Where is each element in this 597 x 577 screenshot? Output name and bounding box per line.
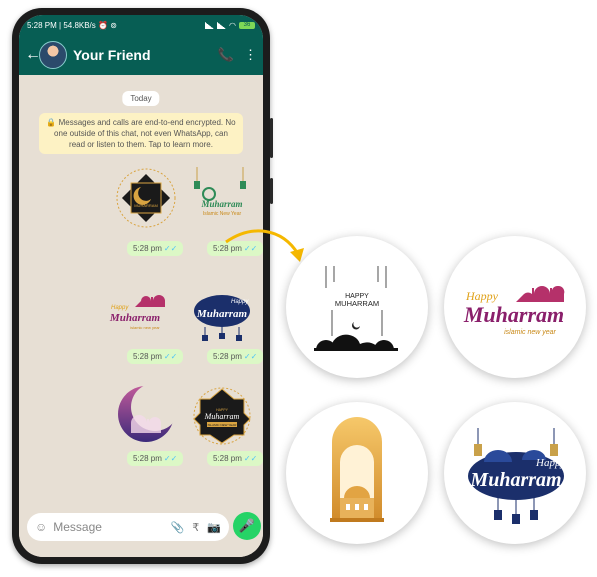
sticker-muharram-lantern[interactable]: MUHARRAM bbox=[111, 167, 181, 229]
back-arrow-icon[interactable]: ← bbox=[25, 46, 41, 64]
sticker-preview-4: Happy Muharram bbox=[444, 402, 586, 544]
message-time: 5:28 pm ✓✓ bbox=[127, 349, 184, 364]
message-input[interactable]: Message bbox=[53, 520, 162, 534]
date-chip: Today bbox=[122, 91, 160, 106]
circle-2-line1: Happy bbox=[465, 289, 499, 303]
sticker-happy-muharram: Happy Muharram islamic new year bbox=[463, 285, 565, 336]
message-time: 5:28 pm ✓✓ bbox=[127, 451, 184, 466]
circle-2-line3: islamic new year bbox=[504, 329, 556, 336]
contact-avatar[interactable] bbox=[39, 41, 67, 69]
message-input-bar[interactable]: ☺ Message 📎 ₹ 📷 bbox=[27, 513, 229, 541]
volume-button bbox=[270, 118, 273, 158]
sticker-2-title: Muharram bbox=[200, 199, 242, 209]
message-time: 5:28 pm ✓✓ bbox=[207, 451, 263, 466]
sticker-muharram-badge[interactable]: HAPPY Muharram ISLAMIC NEW YEAR bbox=[187, 385, 257, 447]
sticker-3-title: Muharram bbox=[109, 312, 161, 324]
sticker-muharram-blue[interactable]: Happy Muharram bbox=[187, 281, 257, 343]
sticker-6-subtitle: ISLAMIC NEW YEAR bbox=[208, 423, 238, 427]
sticker-mosque-silhouette: HAPPY MUHARRAM bbox=[314, 266, 398, 351]
wifi-icon: ◠ bbox=[229, 20, 236, 30]
encryption-notice[interactable]: 🔒 Messages and calls are end-to-end encr… bbox=[39, 113, 243, 154]
payment-icon[interactable]: ₹ bbox=[192, 521, 199, 534]
chat-area: Today 🔒 Messages and calls are end-to-en… bbox=[19, 75, 263, 557]
sticker-muharram-night: Happy Muharram bbox=[468, 428, 565, 524]
sticker-6-title: Muharram bbox=[204, 412, 240, 421]
message-time: 5:28 pm ✓✓ bbox=[127, 241, 184, 256]
sticker-golden-mosque-arch bbox=[330, 417, 384, 522]
circle-1-line2: MUHARRAM bbox=[335, 299, 379, 308]
emoji-icon[interactable]: ☺ bbox=[35, 520, 47, 534]
more-options-icon[interactable]: ⋮ bbox=[244, 47, 257, 63]
signal-icon bbox=[205, 21, 215, 29]
sticker-1-text-1: MUHARRAM bbox=[134, 203, 158, 208]
mic-button[interactable]: 🎤 bbox=[233, 512, 261, 540]
sticker-preview-2: Happy Muharram islamic new year bbox=[444, 236, 586, 378]
message-time: 5:28 pm ✓✓ bbox=[207, 349, 263, 364]
sticker-preview-1: HAPPY MUHARRAM bbox=[286, 236, 428, 378]
power-button bbox=[270, 178, 273, 204]
mic-icon: 🎤 bbox=[238, 518, 256, 533]
circle-4-line1: Happy bbox=[535, 457, 565, 469]
phone-frame: 5:28 PM | 54.8KB/s ⏰ ⊚ ◠ 36 ← Your Frien… bbox=[12, 8, 273, 564]
sticker-3-happy: Happy bbox=[111, 305, 129, 311]
camera-icon[interactable]: 📷 bbox=[207, 521, 221, 534]
attach-icon[interactable]: 📎 bbox=[171, 521, 185, 534]
sticker-3-subtitle: islamic new year bbox=[130, 325, 160, 330]
sticker-4-title: Muharram bbox=[196, 308, 248, 320]
sticker-muharram-lanterns[interactable]: Muharram Islamic New Year bbox=[187, 167, 257, 229]
sticker-2-subtitle: Islamic New Year bbox=[203, 211, 242, 217]
status-text: 5:28 PM | 54.8KB/s ⏰ ⊚ bbox=[27, 20, 117, 30]
battery-icon: 36 bbox=[239, 21, 255, 29]
circle-4-line2: Muharram bbox=[469, 469, 561, 491]
circle-2-line2: Muharram bbox=[463, 302, 564, 327]
sticker-happy-muharram-mosque[interactable]: Happy Muharram islamic new year bbox=[105, 285, 175, 347]
contact-name[interactable]: Your Friend bbox=[73, 47, 208, 63]
phone-screen: 5:28 PM | 54.8KB/s ⏰ ⊚ ◠ 36 ← Your Frien… bbox=[19, 15, 263, 557]
add-call-icon[interactable]: 📞 bbox=[218, 47, 234, 63]
signal-icon-2 bbox=[217, 21, 227, 29]
chat-header: ← Your Friend 📞 ⋮ bbox=[19, 35, 263, 75]
sticker-preview-3 bbox=[286, 402, 428, 544]
sticker-crescent-mosque[interactable] bbox=[111, 383, 181, 445]
status-bar: 5:28 PM | 54.8KB/s ⏰ ⊚ ◠ 36 bbox=[19, 15, 263, 35]
sticker-4-happy: Happy bbox=[231, 299, 249, 305]
